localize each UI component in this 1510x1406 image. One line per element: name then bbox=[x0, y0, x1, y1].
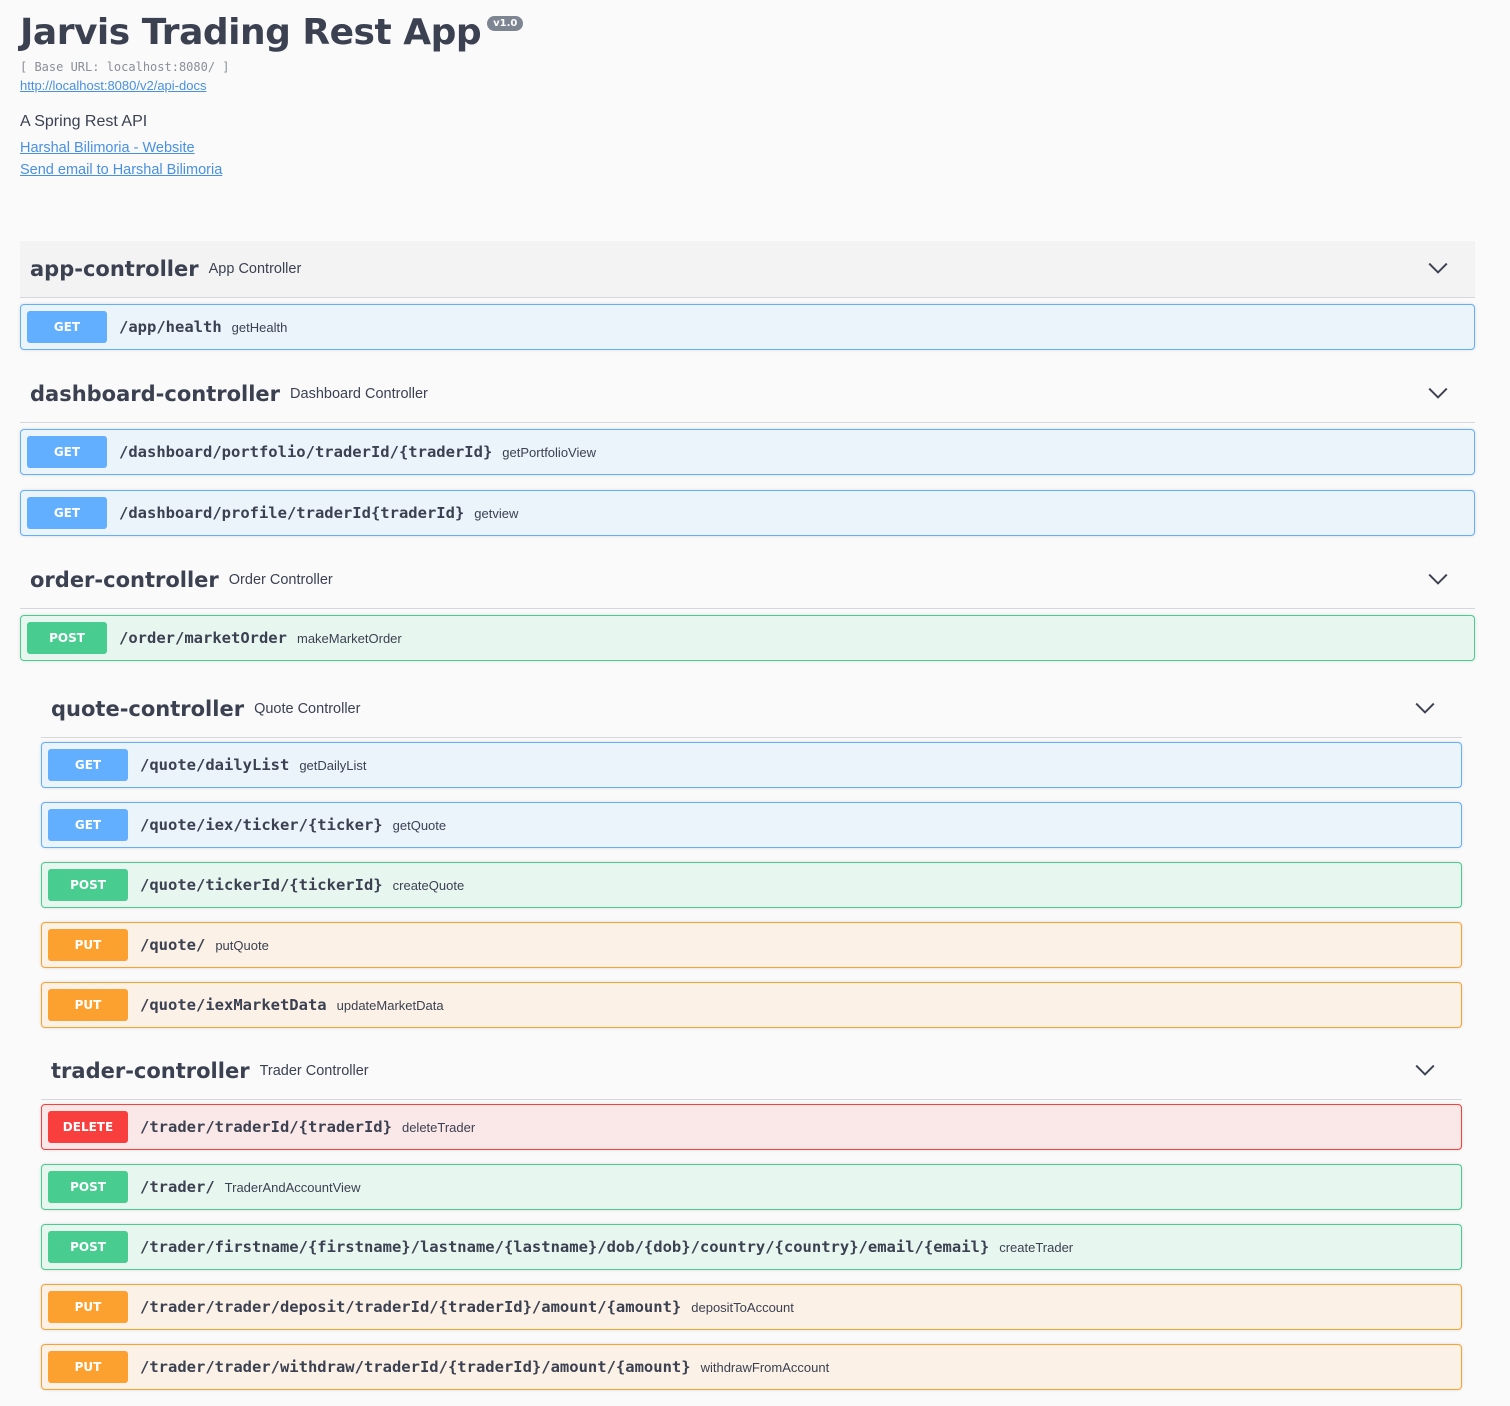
operation-row[interactable]: PUT /quote/iexMarketData updateMarketDat… bbox=[41, 982, 1462, 1028]
chevron-down-icon[interactable] bbox=[1427, 257, 1449, 279]
chevron-down-icon[interactable] bbox=[1427, 568, 1449, 590]
tag-description: Dashboard Controller bbox=[290, 386, 428, 402]
operation-row[interactable]: GET /dashboard/portfolio/traderId/{trade… bbox=[20, 429, 1475, 475]
operation-row[interactable]: PUT /trader/trader/withdraw/traderId/{tr… bbox=[41, 1344, 1462, 1390]
title-row: Jarvis Trading Rest App v1.0 bbox=[20, 10, 524, 56]
page-title: Jarvis Trading Rest App bbox=[20, 12, 482, 53]
operation-summary: depositToAccount bbox=[691, 1299, 794, 1315]
contact-links: Harshal Bilimoria - Website Send email t… bbox=[20, 137, 523, 181]
api-docs-link[interactable]: http://localhost:8080/v2/api-docs bbox=[20, 78, 523, 93]
operation-summary: getHealth bbox=[231, 319, 288, 335]
base-url: [ Base URL: localhost:8080/ ] bbox=[20, 60, 230, 74]
tag-name: order-controller bbox=[30, 568, 219, 592]
chevron-down-icon[interactable] bbox=[1414, 697, 1436, 719]
tag-name: dashboard-controller bbox=[30, 382, 281, 406]
operation-row[interactable]: PUT /trader/trader/deposit/traderId/{tra… bbox=[41, 1284, 1462, 1330]
operation-path: /quote/dailyList bbox=[140, 756, 290, 774]
api-description: A Spring Rest API bbox=[20, 113, 148, 130]
tag-header-order-controller[interactable]: order-controller Order Controller bbox=[20, 552, 1475, 609]
method-badge: GET bbox=[27, 311, 107, 343]
operation-summary: getQuote bbox=[392, 817, 447, 833]
method-badge: DELETE bbox=[48, 1111, 128, 1143]
method-badge: GET bbox=[27, 436, 107, 468]
method-badge: PUT bbox=[48, 929, 128, 961]
tag-header-dashboard-controller[interactable]: dashboard-controller Dashboard Controlle… bbox=[20, 366, 1475, 423]
tag-name: trader-controller bbox=[51, 1059, 250, 1083]
operation-path: /trader/firstname/{firstname}/lastname/{… bbox=[140, 1238, 990, 1256]
tag-header-app-controller[interactable]: app-controller App Controller bbox=[20, 241, 1475, 298]
operation-summary: createTrader bbox=[999, 1239, 1074, 1255]
chevron-down-icon[interactable] bbox=[1427, 382, 1449, 404]
method-badge: GET bbox=[48, 809, 128, 841]
operation-summary: updateMarketData bbox=[336, 997, 444, 1013]
operation-path: /trader/trader/deposit/traderId/{traderI… bbox=[140, 1298, 682, 1316]
operation-row[interactable]: POST /trader/firstname/{firstname}/lastn… bbox=[41, 1224, 1462, 1270]
method-badge: POST bbox=[27, 622, 107, 654]
operation-path: /quote/iexMarketData bbox=[140, 996, 327, 1014]
operation-summary: getview bbox=[474, 505, 519, 521]
contact-website-link[interactable]: Harshal Bilimoria - Website bbox=[20, 137, 523, 159]
operation-summary: withdrawFromAccount bbox=[700, 1359, 830, 1375]
method-badge: POST bbox=[48, 1231, 128, 1263]
operation-path: /trader/traderId/{traderId} bbox=[140, 1118, 392, 1136]
operation-row[interactable]: PUT /quote/ putQuote bbox=[41, 922, 1462, 968]
method-badge: PUT bbox=[48, 1351, 128, 1383]
operation-path: /quote/ bbox=[140, 936, 206, 954]
tag-description: Trader Controller bbox=[259, 1063, 369, 1079]
api-info: Jarvis Trading Rest App v1.0 [ Base URL:… bbox=[20, 10, 524, 181]
version-badge: v1.0 bbox=[487, 16, 524, 31]
method-badge: GET bbox=[27, 497, 107, 529]
tag-name: app-controller bbox=[30, 257, 199, 281]
tag-name: quote-controller bbox=[51, 697, 245, 721]
operation-summary: makeMarketOrder bbox=[296, 630, 402, 646]
operation-row[interactable]: GET /quote/iex/ticker/{ticker} getQuote bbox=[41, 802, 1462, 848]
tag-description: Order Controller bbox=[228, 572, 333, 588]
contact-email-link[interactable]: Send email to Harshal Bilimoria bbox=[20, 159, 523, 181]
method-badge: POST bbox=[48, 1171, 128, 1203]
operation-summary: getPortfolioView bbox=[502, 444, 596, 460]
operation-path: /trader/ bbox=[140, 1178, 215, 1196]
tag-header-trader-controller[interactable]: trader-controller Trader Controller bbox=[41, 1043, 1462, 1100]
operation-path: /quote/iex/ticker/{ticker} bbox=[140, 816, 383, 834]
operation-summary: TraderAndAccountView bbox=[224, 1179, 361, 1195]
operation-row[interactable]: GET /quote/dailyList getDailyList bbox=[41, 742, 1462, 788]
operation-row[interactable]: POST /order/marketOrder makeMarketOrder bbox=[20, 615, 1475, 661]
operation-path: /order/marketOrder bbox=[119, 629, 287, 647]
operation-summary: putQuote bbox=[215, 937, 269, 953]
operation-summary: deleteTrader bbox=[401, 1119, 476, 1135]
method-badge: PUT bbox=[48, 1291, 128, 1323]
operation-path: /quote/tickerId/{tickerId} bbox=[140, 876, 383, 894]
operation-path: /app/health bbox=[119, 318, 222, 336]
operation-row[interactable]: GET /app/health getHealth bbox=[20, 304, 1475, 350]
method-badge: GET bbox=[48, 749, 128, 781]
operation-row[interactable]: POST /trader/ TraderAndAccountView bbox=[41, 1164, 1462, 1210]
operation-path: /dashboard/portfolio/traderId/{traderId} bbox=[119, 443, 493, 461]
operation-path: /trader/trader/withdraw/traderId/{trader… bbox=[140, 1358, 691, 1376]
operation-row[interactable]: POST /quote/tickerId/{tickerId} createQu… bbox=[41, 862, 1462, 908]
operation-row[interactable]: GET /dashboard/profile/traderId{traderId… bbox=[20, 490, 1475, 536]
tag-header-quote-controller[interactable]: quote-controller Quote Controller bbox=[41, 681, 1462, 738]
operation-summary: createQuote bbox=[392, 877, 465, 893]
method-badge: PUT bbox=[48, 989, 128, 1021]
operation-row[interactable]: DELETE /trader/traderId/{traderId} delet… bbox=[41, 1104, 1462, 1150]
tag-description: Quote Controller bbox=[254, 701, 361, 717]
chevron-down-icon[interactable] bbox=[1414, 1059, 1436, 1081]
tag-description: App Controller bbox=[208, 261, 302, 277]
operation-path: /dashboard/profile/traderId{traderId} bbox=[119, 504, 465, 522]
method-badge: POST bbox=[48, 869, 128, 901]
operation-summary: getDailyList bbox=[299, 757, 367, 773]
